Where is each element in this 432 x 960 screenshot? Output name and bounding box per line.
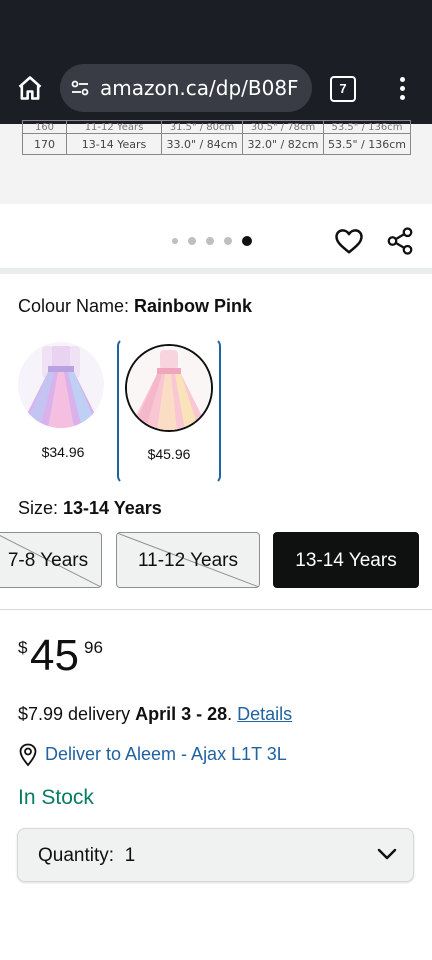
home-icon[interactable] (16, 74, 44, 102)
size-option-label: 13-14 Years (295, 550, 397, 571)
size-chart-cell: 170 (22, 133, 67, 155)
quantity-selector[interactable]: Quantity: 1 (17, 828, 414, 882)
size-chart-cell: 32.0" / 82cm (242, 133, 324, 155)
quantity-label-text: Quantity: (38, 845, 115, 866)
deliver-to-text: Deliver to Aleem - Ajax L1T 3L (45, 744, 287, 764)
size-label: Size: 13-14 Years (18, 498, 162, 519)
size-chart-cell: 33.0" / 84cm (161, 133, 243, 155)
size-option-label: 11-12 Years (137, 550, 238, 571)
section-divider (0, 609, 432, 610)
size-chart-cell: 30.5" / 78cm (242, 120, 324, 134)
size-label-prefix: Size: (18, 498, 64, 518)
address-bar[interactable]: amazon.ca/dp/B08F (60, 64, 312, 112)
price-currency: $ (18, 638, 28, 657)
delivery-dates: April 3 - 28 (135, 704, 228, 724)
browser-toolbar: amazon.ca/dp/B08F 7 (0, 0, 432, 124)
carousel-dot[interactable] (172, 238, 178, 244)
section-divider (0, 268, 432, 274)
colour-swatch-price: $45.96 (147, 446, 191, 462)
url-text: amazon.ca/dp/B08F (100, 76, 299, 100)
selected-colour-name: Rainbow Pink (134, 296, 253, 316)
chevron-down-icon (377, 848, 397, 860)
delivery-cost: $7.99 delivery (18, 704, 136, 724)
product-image-size-chart[interactable]: 160 11-12 Years 31.5" / 80cm 30.5" / 78c… (0, 120, 432, 204)
size-chart-cell: 13-14 Years (66, 133, 162, 155)
carousel-dot-active[interactable] (242, 236, 252, 246)
tab-switcher-button[interactable]: 7 (330, 76, 356, 102)
quantity-label: Quantity: 1 (38, 845, 135, 867)
size-option-11-12-years[interactable]: 11-12 Years (116, 532, 260, 588)
delivery-separator: . (227, 704, 238, 724)
colour-swatch-purple-rainbow[interactable]: $34.96 (12, 338, 114, 480)
share-icon[interactable] (385, 226, 415, 256)
carousel-dot[interactable] (206, 237, 214, 245)
size-chart-cell: 31.5" / 80cm (161, 120, 243, 134)
size-option-label: 7-8 Years (7, 550, 89, 571)
location-pin-icon (19, 743, 37, 767)
delivery-details-link[interactable]: Details (237, 704, 292, 724)
selected-size-name: 13-14 Years (63, 498, 162, 518)
size-chart-cell: 53.5" / 136cm (323, 120, 411, 134)
stock-status: In Stock (18, 786, 94, 809)
colour-swatch-image (18, 342, 104, 428)
size-chart-cell: 53.5" / 136cm (323, 133, 411, 155)
quantity-value: 1 (124, 845, 136, 866)
size-chart-table: 160 11-12 Years 31.5" / 80cm 30.5" / 78c… (22, 120, 411, 155)
site-settings-icon[interactable] (70, 78, 90, 98)
colour-name-label: Colour Name: Rainbow Pink (18, 296, 252, 317)
price-fraction: 96 (84, 638, 103, 657)
heart-icon[interactable] (334, 226, 364, 256)
carousel-dot[interactable] (224, 237, 232, 245)
carousel-dot[interactable] (188, 237, 196, 245)
size-chart-cell: 11-12 Years (66, 120, 162, 134)
colour-label-prefix: Colour Name: (18, 296, 135, 316)
image-carousel-dots[interactable] (172, 236, 252, 246)
size-option-13-14-years[interactable]: 13-14 Years (273, 532, 419, 588)
size-chart-cell: 160 (22, 120, 67, 134)
colour-swatch-rainbow-pink[interactable]: $45.96 (117, 338, 221, 484)
delivery-info: $7.99 delivery April 3 - 28. Details (18, 704, 292, 725)
colour-swatch-price: $34.96 (41, 444, 85, 460)
price-whole: 45 (30, 631, 79, 680)
colour-swatch-image (125, 344, 213, 432)
more-menu-icon[interactable] (392, 74, 412, 102)
size-option-7-8-years[interactable]: 7-8 Years (0, 532, 102, 588)
